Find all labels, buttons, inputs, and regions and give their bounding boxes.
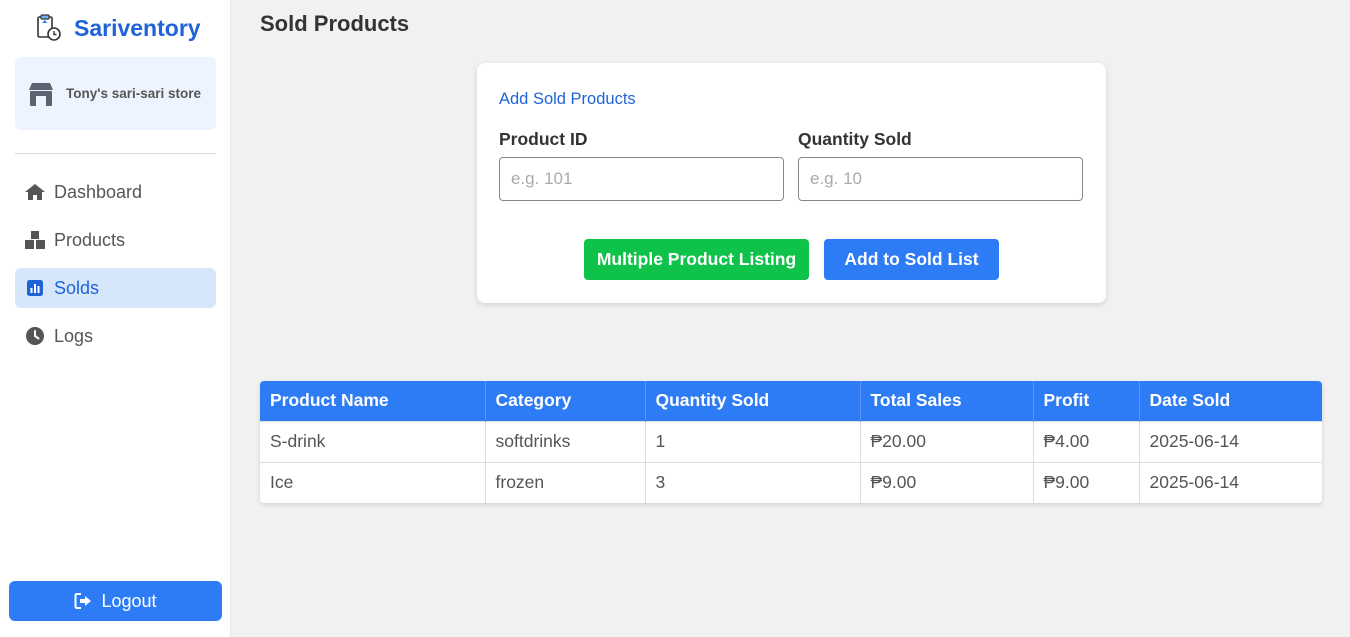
brand[interactable]: Sariventory bbox=[34, 14, 201, 42]
column-header-profit[interactable]: Profit bbox=[1033, 381, 1140, 421]
home-icon bbox=[24, 182, 46, 202]
sidebar-divider bbox=[15, 153, 216, 154]
table-cell: ₱9.00 bbox=[860, 461, 1034, 503]
sidebar-item-solds[interactable]: Solds bbox=[15, 268, 216, 308]
quantity-sold-input[interactable] bbox=[798, 157, 1083, 201]
table-cell: 3 bbox=[645, 461, 861, 503]
sidebar-item-label: Logs bbox=[54, 325, 94, 346]
column-header-date-sold[interactable]: Date Sold bbox=[1139, 381, 1322, 421]
sidebar-item-label: Dashboard bbox=[54, 181, 143, 202]
table-cell: 1 bbox=[645, 420, 861, 462]
column-header-product-name[interactable]: Product Name bbox=[260, 381, 486, 421]
table-row: Ice frozen 3 ₱9.00 ₱9.00 2025-06-14 bbox=[260, 461, 1322, 503]
table-cell: ₱20.00 bbox=[860, 420, 1034, 462]
table-cell: Ice bbox=[260, 461, 486, 503]
sold-products-table: Product Name Category Quantity Sold Tota… bbox=[260, 381, 1322, 503]
store-icon bbox=[29, 82, 53, 106]
clock-icon bbox=[24, 326, 46, 346]
multiple-product-listing-button[interactable]: Multiple Product Listing bbox=[584, 239, 809, 280]
table-cell: 2025-06-14 bbox=[1139, 420, 1322, 462]
chart-icon bbox=[24, 278, 46, 298]
store-name: Tony's sari-sari store bbox=[66, 86, 202, 101]
table-cell: softdrinks bbox=[485, 420, 646, 462]
sidebar-item-products[interactable]: Products bbox=[15, 220, 216, 260]
store-card: Tony's sari-sari store bbox=[15, 57, 216, 130]
column-header-total-sales[interactable]: Total Sales bbox=[860, 381, 1034, 421]
add-sold-form-card: Add Sold Products Product ID Quantity So… bbox=[477, 63, 1106, 303]
table-cell: S-drink bbox=[260, 420, 486, 462]
sidebar-item-label: Products bbox=[54, 229, 126, 250]
table-cell: frozen bbox=[485, 461, 646, 503]
inventory-logo-icon bbox=[37, 14, 61, 41]
product-id-input[interactable] bbox=[499, 157, 784, 201]
sidebar-item-dashboard[interactable]: Dashboard bbox=[15, 172, 216, 212]
sidebar-nav: Dashboard Products Solds Logs bbox=[15, 172, 216, 364]
form-heading: Add Sold Products bbox=[499, 90, 636, 108]
sign-out-icon bbox=[74, 593, 92, 609]
table-row: S-drink softdrinks 1 ₱20.00 ₱4.00 2025-0… bbox=[260, 420, 1322, 462]
table-header-row: Product Name Category Quantity Sold Tota… bbox=[260, 381, 1322, 421]
table-cell: ₱4.00 bbox=[1033, 420, 1140, 462]
logout-button[interactable]: Logout bbox=[9, 581, 222, 621]
product-id-label: Product ID bbox=[499, 129, 588, 149]
add-to-sold-list-button[interactable]: Add to Sold List bbox=[824, 239, 999, 280]
sidebar-item-label: Solds bbox=[54, 277, 100, 298]
sidebar: Sariventory Tony's sari-sari store Dashb… bbox=[0, 0, 231, 637]
page-title: Sold Products bbox=[260, 11, 410, 36]
table-cell: ₱9.00 bbox=[1033, 461, 1140, 503]
boxes-icon bbox=[24, 230, 46, 250]
logout-label: Logout bbox=[101, 590, 157, 611]
quantity-sold-label: Quantity Sold bbox=[798, 129, 912, 149]
sidebar-item-logs[interactable]: Logs bbox=[15, 316, 216, 356]
column-header-category[interactable]: Category bbox=[485, 381, 646, 421]
column-header-quantity-sold[interactable]: Quantity Sold bbox=[645, 381, 861, 421]
table-cell: 2025-06-14 bbox=[1139, 461, 1322, 503]
app-title: Sariventory bbox=[74, 14, 201, 41]
